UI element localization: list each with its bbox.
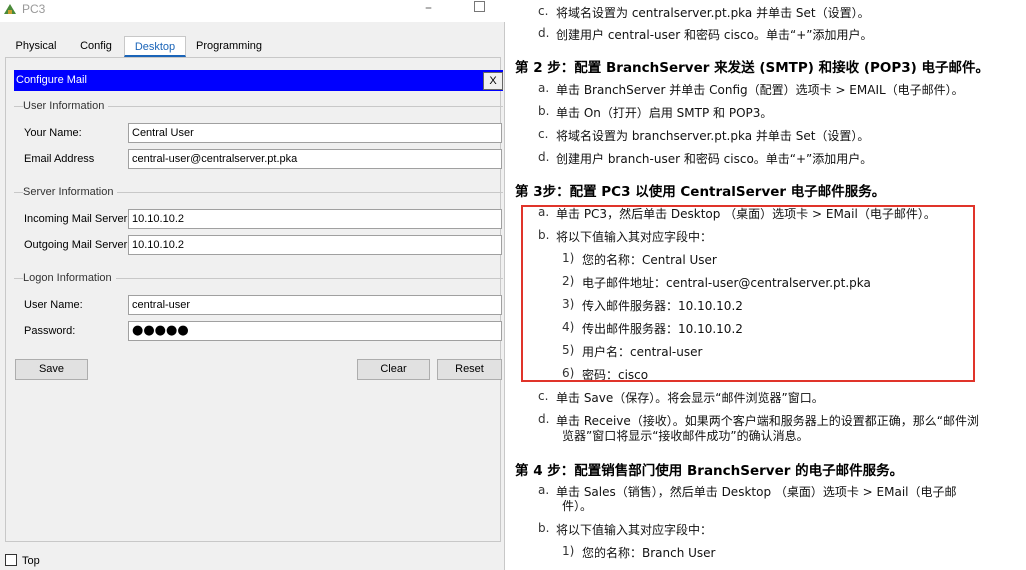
instruction-line: 单击 Sales（销售），然后单击 Desktop （桌面）选项卡 > EMai… <box>556 485 957 499</box>
email-address-input[interactable]: central-user@centralserver.pt.pka <box>128 149 502 169</box>
tab-physical[interactable]: Physical <box>5 36 67 57</box>
user-information-label: User Information <box>23 100 109 112</box>
tab-config[interactable]: Config <box>69 36 123 57</box>
step-heading: 第 4 步：配置销售部门使用 BranchServer 的电子邮件服务。 <box>515 463 904 479</box>
tab-programming[interactable]: Programming <box>190 36 268 57</box>
instruction-line: 览器”窗口将显示“接收邮件成功”的确认消息。 <box>562 429 809 443</box>
your-name-label: Your Name: <box>24 127 82 139</box>
list-marker: 1) <box>562 544 575 558</box>
user-name-label: User Name: <box>24 299 83 311</box>
highlight-box <box>521 205 975 382</box>
save-button[interactable]: Save <box>15 359 88 380</box>
incoming-mail-server-label: Incoming Mail Server <box>24 213 128 225</box>
server-information-label: Server Information <box>23 186 118 198</box>
instruction-line: 将以下值输入其对应字段中： <box>556 523 713 537</box>
list-marker: c. <box>538 127 549 141</box>
instruction-line: 将域名设置为 centralserver.pt.pka 并单击 Set（设置）。 <box>556 6 870 20</box>
instruction-line: 您的名称：Branch User <box>582 546 716 560</box>
user-name-input[interactable]: central-user <box>128 295 502 315</box>
step-heading: 第 2 步：配置 BranchServer 来发送 (SMTP) 和接收 (PO… <box>515 60 990 76</box>
top-checkbox[interactable] <box>5 554 17 566</box>
instruction-line: 件）。 <box>562 499 593 513</box>
list-marker: d. <box>538 412 550 426</box>
instruction-line: 将域名设置为 branchserver.pt.pka 并单击 Set（设置）。 <box>556 129 870 143</box>
configure-mail-header: Configure Mail <box>14 70 503 91</box>
close-button[interactable]: X <box>483 72 503 90</box>
clear-button[interactable]: Clear <box>357 359 430 380</box>
your-name-input[interactable]: Central User <box>128 123 502 143</box>
tab-desktop[interactable]: Desktop <box>124 36 186 57</box>
email-address-label: Email Address <box>24 153 95 165</box>
top-label: Top <box>22 555 40 567</box>
list-marker: c. <box>538 389 549 403</box>
list-marker: a. <box>538 483 550 497</box>
instruction-line: 单击 BranchServer 并单击 Config（配置）选项卡 > EMAI… <box>556 83 964 97</box>
password-label: Password: <box>24 325 76 337</box>
tab-bar: Physical Config Desktop Programming <box>5 36 501 58</box>
list-marker: d. <box>538 150 550 164</box>
window-titlebar: PC3 – <box>0 0 505 22</box>
reset-button[interactable]: Reset <box>437 359 502 380</box>
list-marker: d. <box>538 26 550 40</box>
instruction-line: 创建用户 central-user 和密码 cisco。单击“+”添加用户。 <box>556 28 873 42</box>
packet-tracer-app-icon <box>4 4 16 14</box>
instruction-line: 创建用户 branch-user 和密码 cisco。单击“+”添加用户。 <box>556 152 873 166</box>
password-input[interactable]: ●●●●● <box>128 321 502 341</box>
list-marker: b. <box>538 104 550 118</box>
list-marker: b. <box>538 521 550 535</box>
outgoing-mail-server-input[interactable]: 10.10.10.2 <box>128 235 502 255</box>
step-heading: 第 3步：配置 PC3 以使用 CentralServer 电子邮件服务。 <box>515 184 886 200</box>
incoming-mail-server-input[interactable]: 10.10.10.2 <box>128 209 502 229</box>
list-marker: c. <box>538 4 549 18</box>
window-title: PC3 <box>22 2 46 16</box>
minimize-button[interactable]: – <box>425 0 439 18</box>
maximize-button[interactable] <box>474 1 485 12</box>
dialog-title: Configure Mail <box>16 74 87 86</box>
packet-tracer-pc-window: PC3 – Physical Config Desktop Programmin… <box>0 0 505 570</box>
logon-information-label: Logon Information <box>23 272 116 284</box>
list-marker: a. <box>538 81 550 95</box>
outgoing-mail-server-label: Outgoing Mail Server <box>24 239 128 251</box>
instruction-line: 单击 On（打开）启用 SMTP 和 POP3。 <box>556 106 773 120</box>
instruction-line: 单击 Save（保存）。将会显示“邮件浏览器”窗口。 <box>556 391 824 405</box>
